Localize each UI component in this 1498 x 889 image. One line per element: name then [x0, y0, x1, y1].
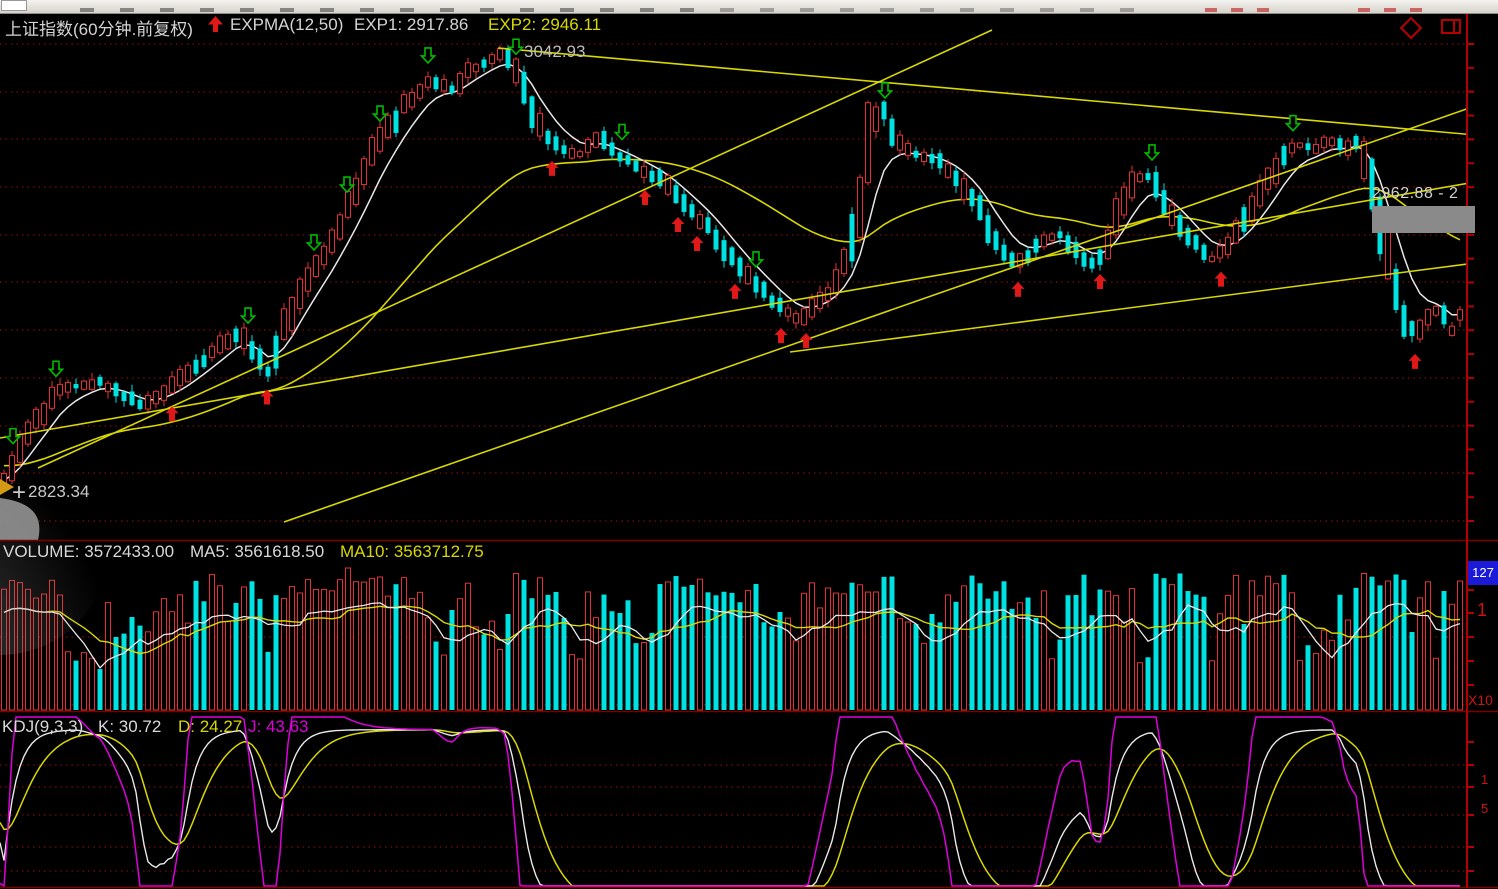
chart-canvas[interactable] — [0, 0, 1498, 889]
right-price-label: 2962.88 - 2 — [1372, 185, 1458, 203]
indicator-label: EXPMA(12,50) — [230, 15, 343, 35]
volume-scale-mid: 1 — [1477, 600, 1487, 621]
selection-box[interactable] — [1372, 206, 1475, 233]
split-window-icon[interactable] — [1441, 19, 1461, 34]
gridlines — [0, 44, 1467, 871]
buy-arrow-icon — [1215, 272, 1228, 287]
buy-arrow-icon — [1094, 274, 1107, 289]
crosshair-glyph: + — [12, 484, 26, 501]
sell-arrow-icon — [616, 124, 629, 139]
sell-arrow-icon — [510, 39, 523, 54]
sell-arrow-icon — [750, 252, 763, 267]
sell-arrow-icon — [50, 361, 63, 376]
instrument-title: 上证指数(60分钟.前复权) — [5, 15, 193, 40]
buy-arrow-icon — [1409, 354, 1422, 369]
ema-curves — [4, 64, 1460, 480]
sell-arrow-icon — [374, 106, 387, 121]
kdj-scale-mid: 5 — [1481, 801, 1488, 816]
kdj-k-value: K: 30.72 — [98, 717, 161, 737]
volume-value-label: VOLUME: 3572433.00 — [3, 542, 174, 562]
volume-bars — [2, 568, 1463, 710]
exp1-value: EXP1: 2917.86 — [354, 15, 468, 35]
sell-arrow-icon — [341, 177, 354, 192]
sell-arrow-icon — [1146, 145, 1159, 160]
peak-price-label: 3042.93 — [524, 42, 585, 62]
sell-arrow-icon — [308, 235, 321, 250]
sell-arrow-icon — [422, 48, 435, 63]
buy-arrow-icon — [729, 284, 742, 299]
sell-arrow-icon — [242, 308, 255, 323]
buy-arrow-icon — [1012, 282, 1025, 297]
kdj-scale-top: 1 — [1481, 772, 1488, 787]
low-price-value: 2823.34 — [28, 482, 89, 502]
sell-arrow-icon — [879, 83, 892, 98]
low-price-label: + 2823.34 — [12, 482, 89, 502]
kdj-lines — [0, 717, 1460, 886]
volume-ma5-label: MA5: 3561618.50 — [190, 542, 324, 562]
split-window-divider — [1453, 21, 1455, 32]
volume-scale-unit: X10 — [1468, 692, 1493, 708]
kdj-j-value: J: 43.63 — [248, 717, 309, 737]
buy-arrow-icon — [691, 236, 704, 251]
volume-scale-max-badge: 127 — [1468, 561, 1498, 585]
exp2-value: EXP2: 2946.11 — [488, 15, 601, 35]
expma-up-arrow-icon — [208, 16, 223, 33]
volume-ma10-label: MA10: 3563712.75 — [340, 542, 484, 562]
kdj-name-label: KDJ(9,3,3) — [2, 717, 83, 737]
candlesticks — [2, 45, 1463, 492]
buy-arrow-icon — [672, 217, 685, 232]
kdj-d-value: D: 24.27 — [178, 717, 242, 737]
trading-app-screen: 上证指数(60分钟.前复权) EXPMA(12,50) EXP1: 2917.8… — [0, 0, 1498, 889]
